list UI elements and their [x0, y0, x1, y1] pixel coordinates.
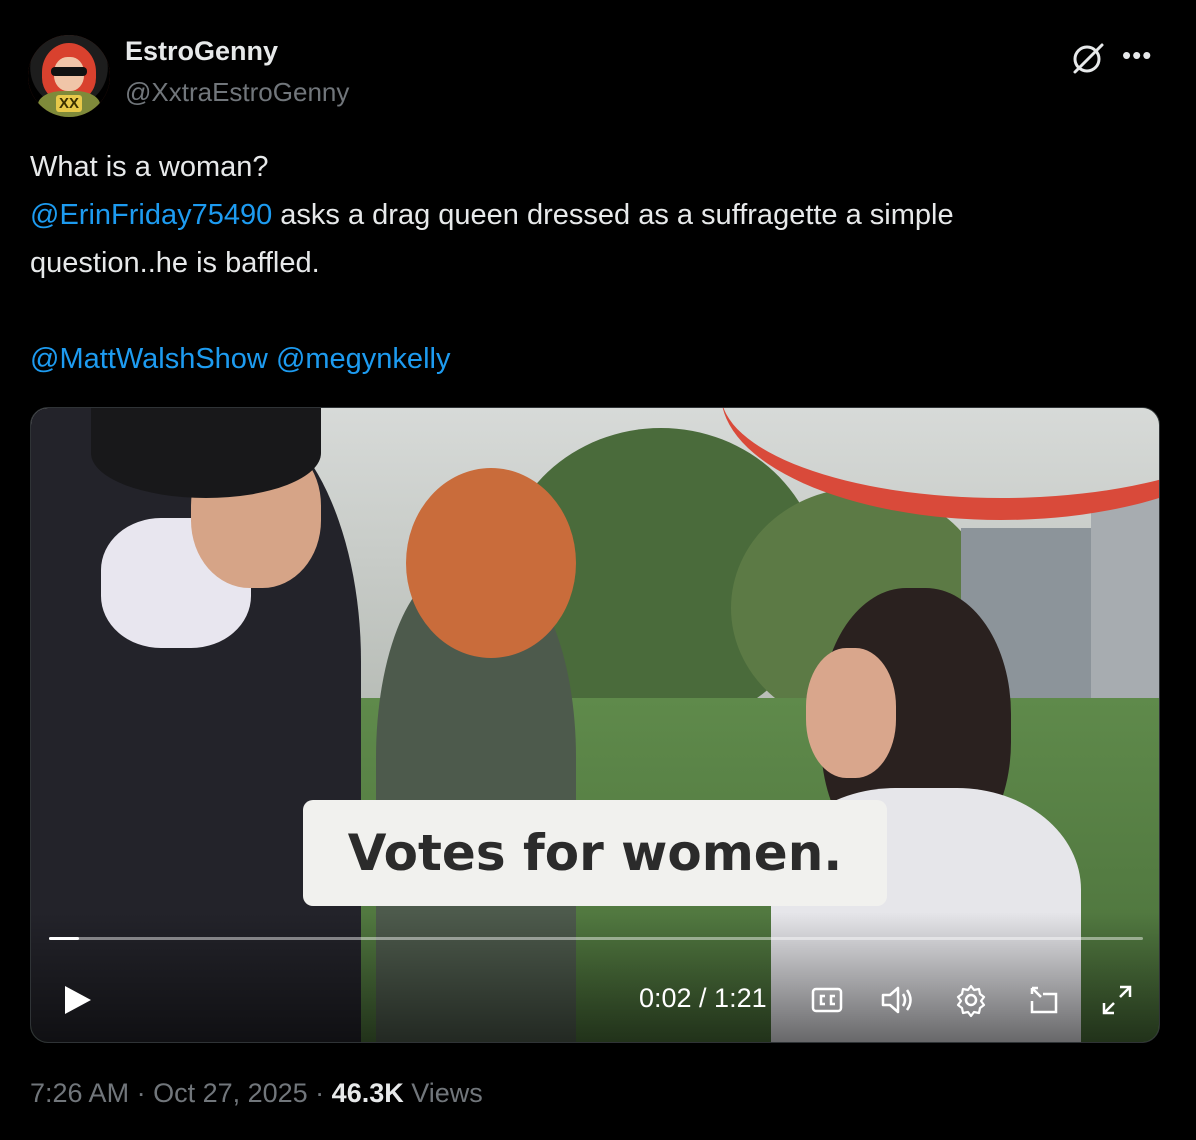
- mention-megynkelly[interactable]: @megynkelly: [276, 343, 451, 375]
- controls-shade: [31, 912, 1159, 1042]
- author-handle[interactable]: @XxtraEstroGenny: [125, 77, 349, 108]
- tweet-line-3: question..he is baffled.: [30, 247, 320, 279]
- more-options-icon[interactable]: •••: [1122, 42, 1162, 68]
- video-caption: Votes for women.: [303, 800, 887, 906]
- views-label: Views: [403, 1078, 483, 1108]
- tweet-time[interactable]: 7:26 AM: [30, 1078, 129, 1108]
- mention-erinfriday[interactable]: @ErinFriday75490: [30, 199, 272, 231]
- scene-person-right-face: [806, 648, 896, 778]
- picture-in-picture-icon[interactable]: [1026, 982, 1062, 1018]
- volume-icon[interactable]: [879, 982, 915, 1018]
- meta-separator: ·: [307, 1078, 332, 1108]
- tweet-meta: 7:26 AM · Oct 27, 2025 · 46.3K Views: [30, 1078, 483, 1109]
- tweet-line-1: What is a woman?: [30, 151, 269, 183]
- tweet-line-2: @ErinFriday75490 asks a drag queen dress…: [30, 191, 1170, 239]
- avatar-sunglasses: [51, 67, 87, 76]
- play-icon[interactable]: [59, 982, 95, 1018]
- tweet-date[interactable]: Oct 27, 2025: [153, 1078, 308, 1108]
- scene-person-middle-hair: [406, 468, 576, 658]
- mention-mattwalshshow[interactable]: @MattWalshShow: [30, 343, 268, 375]
- video-player[interactable]: Votes for women. 0:02 / 1:21: [30, 407, 1160, 1043]
- author-display-name[interactable]: EstroGenny: [125, 36, 278, 67]
- author-avatar[interactable]: XX: [28, 35, 110, 117]
- grok-icon[interactable]: [1068, 40, 1108, 76]
- cc-icon[interactable]: [809, 982, 845, 1018]
- fullscreen-icon[interactable]: [1099, 982, 1135, 1018]
- progress-fill: [49, 937, 79, 940]
- views-count: 46.3K: [331, 1078, 404, 1108]
- settings-icon[interactable]: [953, 982, 989, 1018]
- meta-separator: ·: [129, 1078, 154, 1108]
- scene-person-left-hair: [91, 408, 321, 498]
- avatar-xx-label: XX: [56, 95, 83, 112]
- tweet-line-2-text: asks a drag queen dressed as a suffraget…: [272, 199, 954, 231]
- tweet-line-5: @MattWalshShow @megynkelly: [30, 335, 1170, 383]
- time-display: 0:02 / 1:21: [639, 983, 767, 1013]
- tweet-text: What is a woman? @ErinFriday75490 asks a…: [30, 143, 1170, 383]
- progress-bar[interactable]: [49, 937, 1143, 940]
